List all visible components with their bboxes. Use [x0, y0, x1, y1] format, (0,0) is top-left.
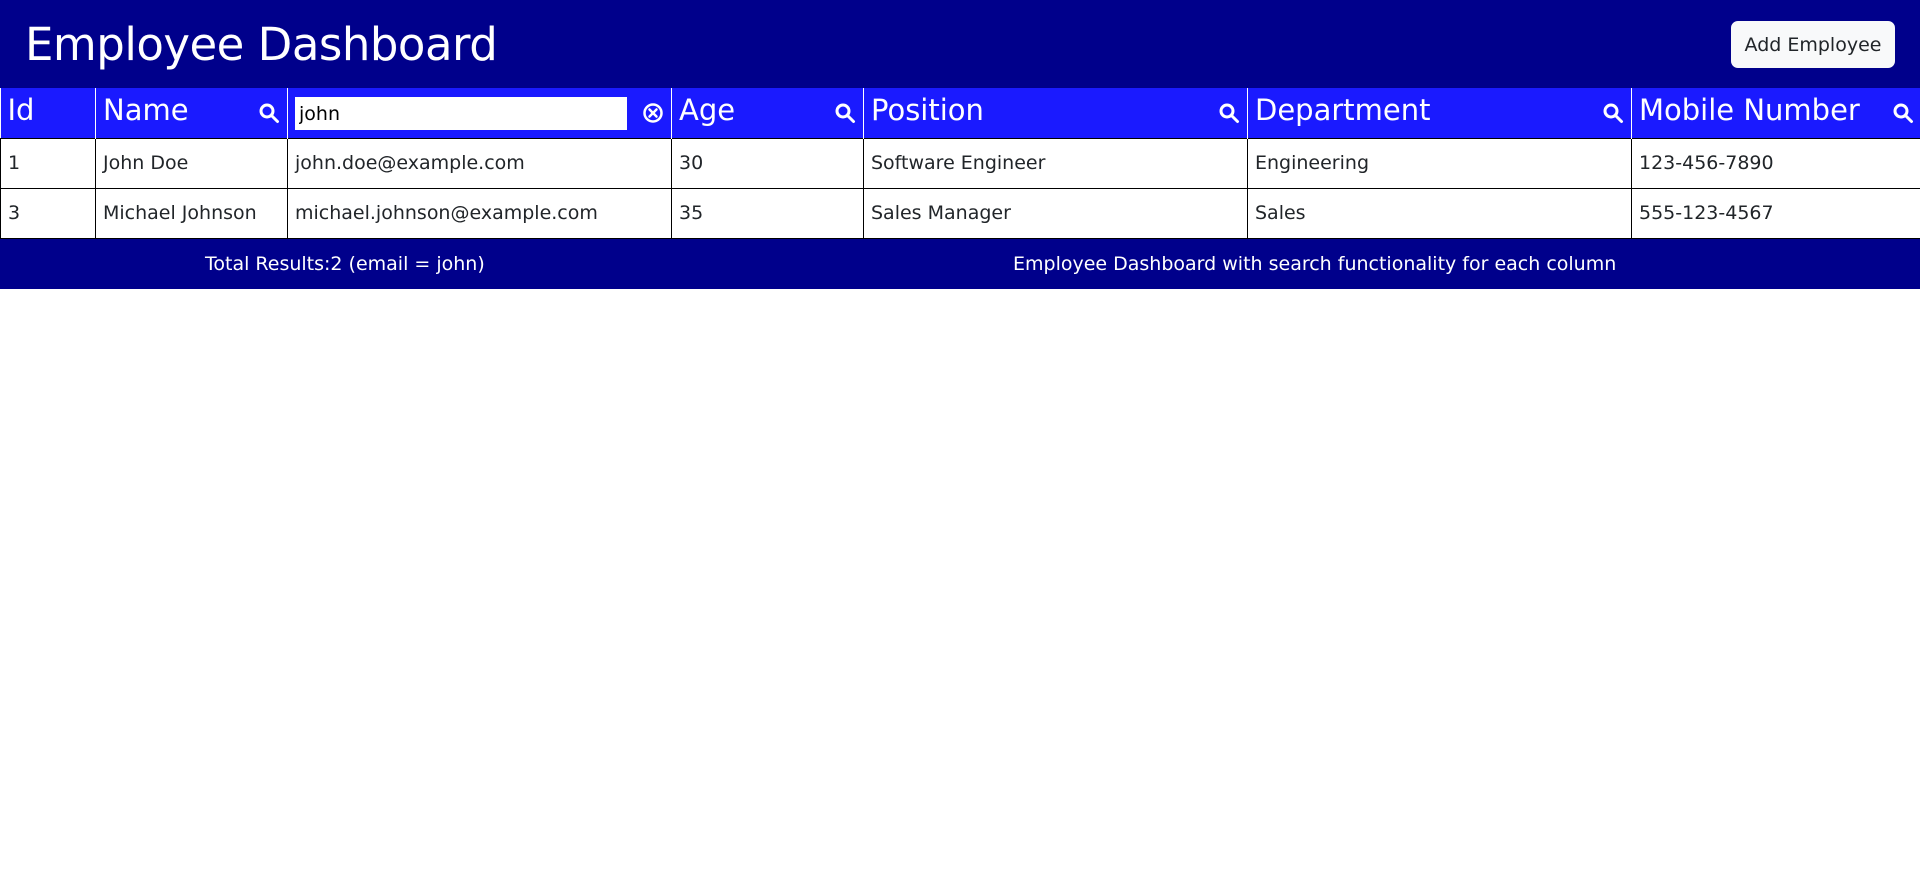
header-row: Id Name Age	[0, 88, 1920, 138]
footer-description: Employee Dashboard with search functiona…	[1013, 253, 1617, 275]
search-icon[interactable]	[834, 102, 856, 124]
cell-mobile: 555-123-4567	[1631, 187, 1920, 239]
search-icon[interactable]	[258, 102, 280, 124]
column-header-name: Name	[95, 88, 288, 138]
table-header: Id Name Age	[0, 88, 1920, 138]
cell-mobile: 123-456-7890	[1631, 137, 1920, 189]
top-bar: Employee Dashboard Add Employee	[0, 0, 1920, 88]
table-body: 1 John Doe john.doe@example.com 30 Softw…	[0, 137, 1920, 239]
cell-department: Engineering	[1247, 137, 1632, 189]
cell-email: john.doe@example.com	[287, 137, 672, 189]
search-icon[interactable]	[1218, 102, 1240, 124]
search-icon[interactable]	[1892, 102, 1914, 124]
table-row: 1 John Doe john.doe@example.com 30 Softw…	[0, 137, 1920, 189]
column-header-mobile: Mobile Number	[1631, 88, 1920, 138]
add-employee-button[interactable]: Add Employee	[1731, 21, 1895, 68]
column-label-position: Position	[871, 93, 984, 127]
cell-age: 30	[671, 137, 864, 189]
column-label-mobile: Mobile Number	[1639, 93, 1860, 127]
search-icon[interactable]	[1602, 102, 1624, 124]
column-label-id: Id	[7, 93, 35, 127]
column-header-id: Id	[0, 88, 96, 138]
table-row: 3 Michael Johnson michael.johnson@exampl…	[0, 187, 1920, 239]
column-header-age: Age	[671, 88, 864, 138]
column-label-department: Department	[1255, 93, 1431, 127]
footer-bar: Total Results:2 (email = john) Employee …	[0, 239, 1920, 289]
column-header-position: Position	[863, 88, 1248, 138]
column-header-email	[287, 88, 672, 138]
cell-email: michael.johnson@example.com	[287, 187, 672, 239]
page-title: Employee Dashboard	[25, 18, 498, 71]
cell-name: John Doe	[95, 137, 288, 189]
cell-name: Michael Johnson	[95, 187, 288, 239]
cell-department: Sales	[1247, 187, 1632, 239]
cell-id: 1	[0, 137, 96, 189]
cell-id: 3	[0, 187, 96, 239]
column-header-department: Department	[1247, 88, 1632, 138]
email-search-input[interactable]	[295, 97, 627, 130]
employee-table: Id Name Age	[0, 88, 1920, 239]
cell-age: 35	[671, 187, 864, 239]
cell-position: Sales Manager	[863, 187, 1248, 239]
results-count: Total Results:2 (email = john)	[205, 253, 485, 275]
cell-position: Software Engineer	[863, 137, 1248, 189]
clear-icon[interactable]	[642, 102, 664, 124]
